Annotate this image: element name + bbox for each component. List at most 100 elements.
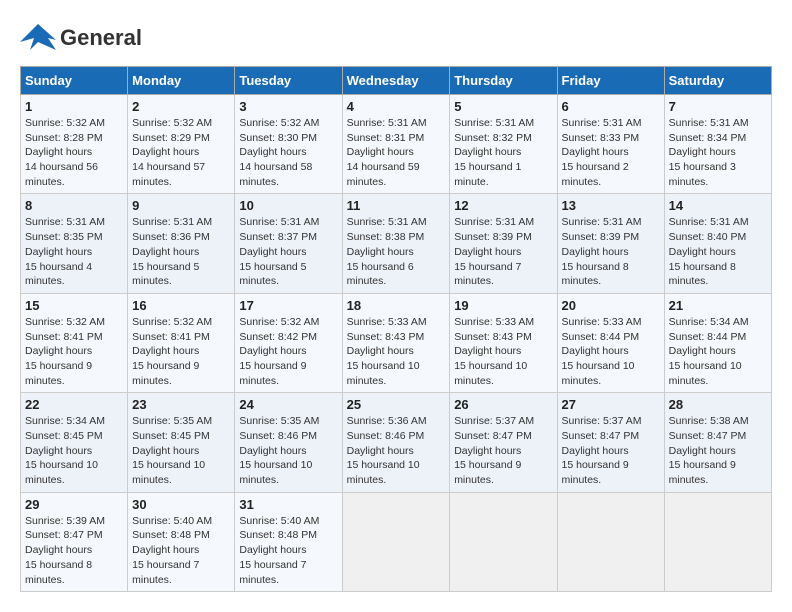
calendar-week-row: 15 Sunrise: 5:32 AM Sunset: 8:41 PM Dayl… <box>21 293 772 392</box>
day-number: 22 <box>25 397 123 412</box>
day-info: Sunrise: 5:40 AM Sunset: 8:48 PM Dayligh… <box>239 514 337 587</box>
calendar-day-cell: 10 Sunrise: 5:31 AM Sunset: 8:37 PM Dayl… <box>235 194 342 293</box>
day-info: Sunrise: 5:34 AM Sunset: 8:44 PM Dayligh… <box>669 315 767 388</box>
day-info: Sunrise: 5:31 AM Sunset: 8:36 PM Dayligh… <box>132 215 230 288</box>
day-info: Sunrise: 5:31 AM Sunset: 8:34 PM Dayligh… <box>669 116 767 189</box>
calendar-day-cell: 7 Sunrise: 5:31 AM Sunset: 8:34 PM Dayli… <box>664 95 771 194</box>
calendar-week-row: 22 Sunrise: 5:34 AM Sunset: 8:45 PM Dayl… <box>21 393 772 492</box>
calendar-week-row: 1 Sunrise: 5:32 AM Sunset: 8:28 PM Dayli… <box>21 95 772 194</box>
day-info: Sunrise: 5:31 AM Sunset: 8:31 PM Dayligh… <box>347 116 446 189</box>
calendar-day-cell: 6 Sunrise: 5:31 AM Sunset: 8:33 PM Dayli… <box>557 95 664 194</box>
calendar-week-row: 29 Sunrise: 5:39 AM Sunset: 8:47 PM Dayl… <box>21 492 772 591</box>
day-number: 9 <box>132 198 230 213</box>
calendar-week-row: 8 Sunrise: 5:31 AM Sunset: 8:35 PM Dayli… <box>21 194 772 293</box>
day-number: 26 <box>454 397 552 412</box>
day-number: 2 <box>132 99 230 114</box>
day-number: 20 <box>562 298 660 313</box>
calendar-day-cell: 12 Sunrise: 5:31 AM Sunset: 8:39 PM Dayl… <box>450 194 557 293</box>
day-number: 31 <box>239 497 337 512</box>
day-info: Sunrise: 5:36 AM Sunset: 8:46 PM Dayligh… <box>347 414 446 487</box>
calendar-header-row: SundayMondayTuesdayWednesdayThursdayFrid… <box>21 67 772 95</box>
day-number: 24 <box>239 397 337 412</box>
logo-text: General <box>60 25 142 51</box>
calendar-day-cell: 23 Sunrise: 5:35 AM Sunset: 8:45 PM Dayl… <box>128 393 235 492</box>
day-info: Sunrise: 5:31 AM Sunset: 8:37 PM Dayligh… <box>239 215 337 288</box>
calendar-day-cell: 31 Sunrise: 5:40 AM Sunset: 8:48 PM Dayl… <box>235 492 342 591</box>
calendar-day-cell: 29 Sunrise: 5:39 AM Sunset: 8:47 PM Dayl… <box>21 492 128 591</box>
calendar-day-cell: 22 Sunrise: 5:34 AM Sunset: 8:45 PM Dayl… <box>21 393 128 492</box>
day-number: 12 <box>454 198 552 213</box>
day-info: Sunrise: 5:32 AM Sunset: 8:41 PM Dayligh… <box>132 315 230 388</box>
calendar-day-cell: 20 Sunrise: 5:33 AM Sunset: 8:44 PM Dayl… <box>557 293 664 392</box>
day-number: 11 <box>347 198 446 213</box>
calendar-day-cell: 2 Sunrise: 5:32 AM Sunset: 8:29 PM Dayli… <box>128 95 235 194</box>
day-number: 28 <box>669 397 767 412</box>
day-number: 17 <box>239 298 337 313</box>
day-number: 30 <box>132 497 230 512</box>
calendar-day-cell: 1 Sunrise: 5:32 AM Sunset: 8:28 PM Dayli… <box>21 95 128 194</box>
day-info: Sunrise: 5:37 AM Sunset: 8:47 PM Dayligh… <box>454 414 552 487</box>
calendar-day-header: Tuesday <box>235 67 342 95</box>
calendar-day-header: Saturday <box>664 67 771 95</box>
calendar-day-cell <box>557 492 664 591</box>
logo: General <box>20 20 142 56</box>
calendar-day-cell <box>450 492 557 591</box>
calendar-day-cell: 30 Sunrise: 5:40 AM Sunset: 8:48 PM Dayl… <box>128 492 235 591</box>
day-number: 18 <box>347 298 446 313</box>
calendar-day-cell: 14 Sunrise: 5:31 AM Sunset: 8:40 PM Dayl… <box>664 194 771 293</box>
calendar-day-cell: 3 Sunrise: 5:32 AM Sunset: 8:30 PM Dayli… <box>235 95 342 194</box>
day-info: Sunrise: 5:33 AM Sunset: 8:43 PM Dayligh… <box>454 315 552 388</box>
calendar-day-cell: 21 Sunrise: 5:34 AM Sunset: 8:44 PM Dayl… <box>664 293 771 392</box>
day-number: 3 <box>239 99 337 114</box>
day-number: 21 <box>669 298 767 313</box>
page-header: General <box>20 20 772 56</box>
day-info: Sunrise: 5:34 AM Sunset: 8:45 PM Dayligh… <box>25 414 123 487</box>
calendar-table: SundayMondayTuesdayWednesdayThursdayFrid… <box>20 66 772 592</box>
calendar-day-cell: 18 Sunrise: 5:33 AM Sunset: 8:43 PM Dayl… <box>342 293 450 392</box>
calendar-day-cell: 28 Sunrise: 5:38 AM Sunset: 8:47 PM Dayl… <box>664 393 771 492</box>
day-number: 16 <box>132 298 230 313</box>
calendar-day-cell: 26 Sunrise: 5:37 AM Sunset: 8:47 PM Dayl… <box>450 393 557 492</box>
day-info: Sunrise: 5:31 AM Sunset: 8:38 PM Dayligh… <box>347 215 446 288</box>
day-info: Sunrise: 5:32 AM Sunset: 8:42 PM Dayligh… <box>239 315 337 388</box>
day-number: 27 <box>562 397 660 412</box>
day-number: 5 <box>454 99 552 114</box>
day-info: Sunrise: 5:32 AM Sunset: 8:29 PM Dayligh… <box>132 116 230 189</box>
calendar-day-cell <box>342 492 450 591</box>
calendar-day-cell: 8 Sunrise: 5:31 AM Sunset: 8:35 PM Dayli… <box>21 194 128 293</box>
day-info: Sunrise: 5:40 AM Sunset: 8:48 PM Dayligh… <box>132 514 230 587</box>
calendar-day-header: Sunday <box>21 67 128 95</box>
calendar-day-cell: 4 Sunrise: 5:31 AM Sunset: 8:31 PM Dayli… <box>342 95 450 194</box>
day-info: Sunrise: 5:31 AM Sunset: 8:39 PM Dayligh… <box>454 215 552 288</box>
day-info: Sunrise: 5:35 AM Sunset: 8:45 PM Dayligh… <box>132 414 230 487</box>
day-number: 8 <box>25 198 123 213</box>
calendar-day-cell: 16 Sunrise: 5:32 AM Sunset: 8:41 PM Dayl… <box>128 293 235 392</box>
day-info: Sunrise: 5:32 AM Sunset: 8:30 PM Dayligh… <box>239 116 337 189</box>
calendar-day-cell: 5 Sunrise: 5:31 AM Sunset: 8:32 PM Dayli… <box>450 95 557 194</box>
day-number: 14 <box>669 198 767 213</box>
day-number: 25 <box>347 397 446 412</box>
day-info: Sunrise: 5:33 AM Sunset: 8:43 PM Dayligh… <box>347 315 446 388</box>
calendar-day-cell <box>664 492 771 591</box>
day-number: 15 <box>25 298 123 313</box>
day-number: 6 <box>562 99 660 114</box>
day-number: 29 <box>25 497 123 512</box>
calendar-day-cell: 17 Sunrise: 5:32 AM Sunset: 8:42 PM Dayl… <box>235 293 342 392</box>
calendar-day-cell: 11 Sunrise: 5:31 AM Sunset: 8:38 PM Dayl… <box>342 194 450 293</box>
day-info: Sunrise: 5:35 AM Sunset: 8:46 PM Dayligh… <box>239 414 337 487</box>
calendar-day-header: Thursday <box>450 67 557 95</box>
day-info: Sunrise: 5:33 AM Sunset: 8:44 PM Dayligh… <box>562 315 660 388</box>
calendar-day-cell: 9 Sunrise: 5:31 AM Sunset: 8:36 PM Dayli… <box>128 194 235 293</box>
day-info: Sunrise: 5:32 AM Sunset: 8:41 PM Dayligh… <box>25 315 123 388</box>
day-info: Sunrise: 5:31 AM Sunset: 8:39 PM Dayligh… <box>562 215 660 288</box>
calendar-day-cell: 13 Sunrise: 5:31 AM Sunset: 8:39 PM Dayl… <box>557 194 664 293</box>
calendar-day-cell: 19 Sunrise: 5:33 AM Sunset: 8:43 PM Dayl… <box>450 293 557 392</box>
day-number: 10 <box>239 198 337 213</box>
day-info: Sunrise: 5:39 AM Sunset: 8:47 PM Dayligh… <box>25 514 123 587</box>
logo-bird-icon <box>20 20 56 56</box>
day-number: 1 <box>25 99 123 114</box>
day-info: Sunrise: 5:31 AM Sunset: 8:35 PM Dayligh… <box>25 215 123 288</box>
day-info: Sunrise: 5:38 AM Sunset: 8:47 PM Dayligh… <box>669 414 767 487</box>
day-info: Sunrise: 5:37 AM Sunset: 8:47 PM Dayligh… <box>562 414 660 487</box>
calendar-day-cell: 24 Sunrise: 5:35 AM Sunset: 8:46 PM Dayl… <box>235 393 342 492</box>
